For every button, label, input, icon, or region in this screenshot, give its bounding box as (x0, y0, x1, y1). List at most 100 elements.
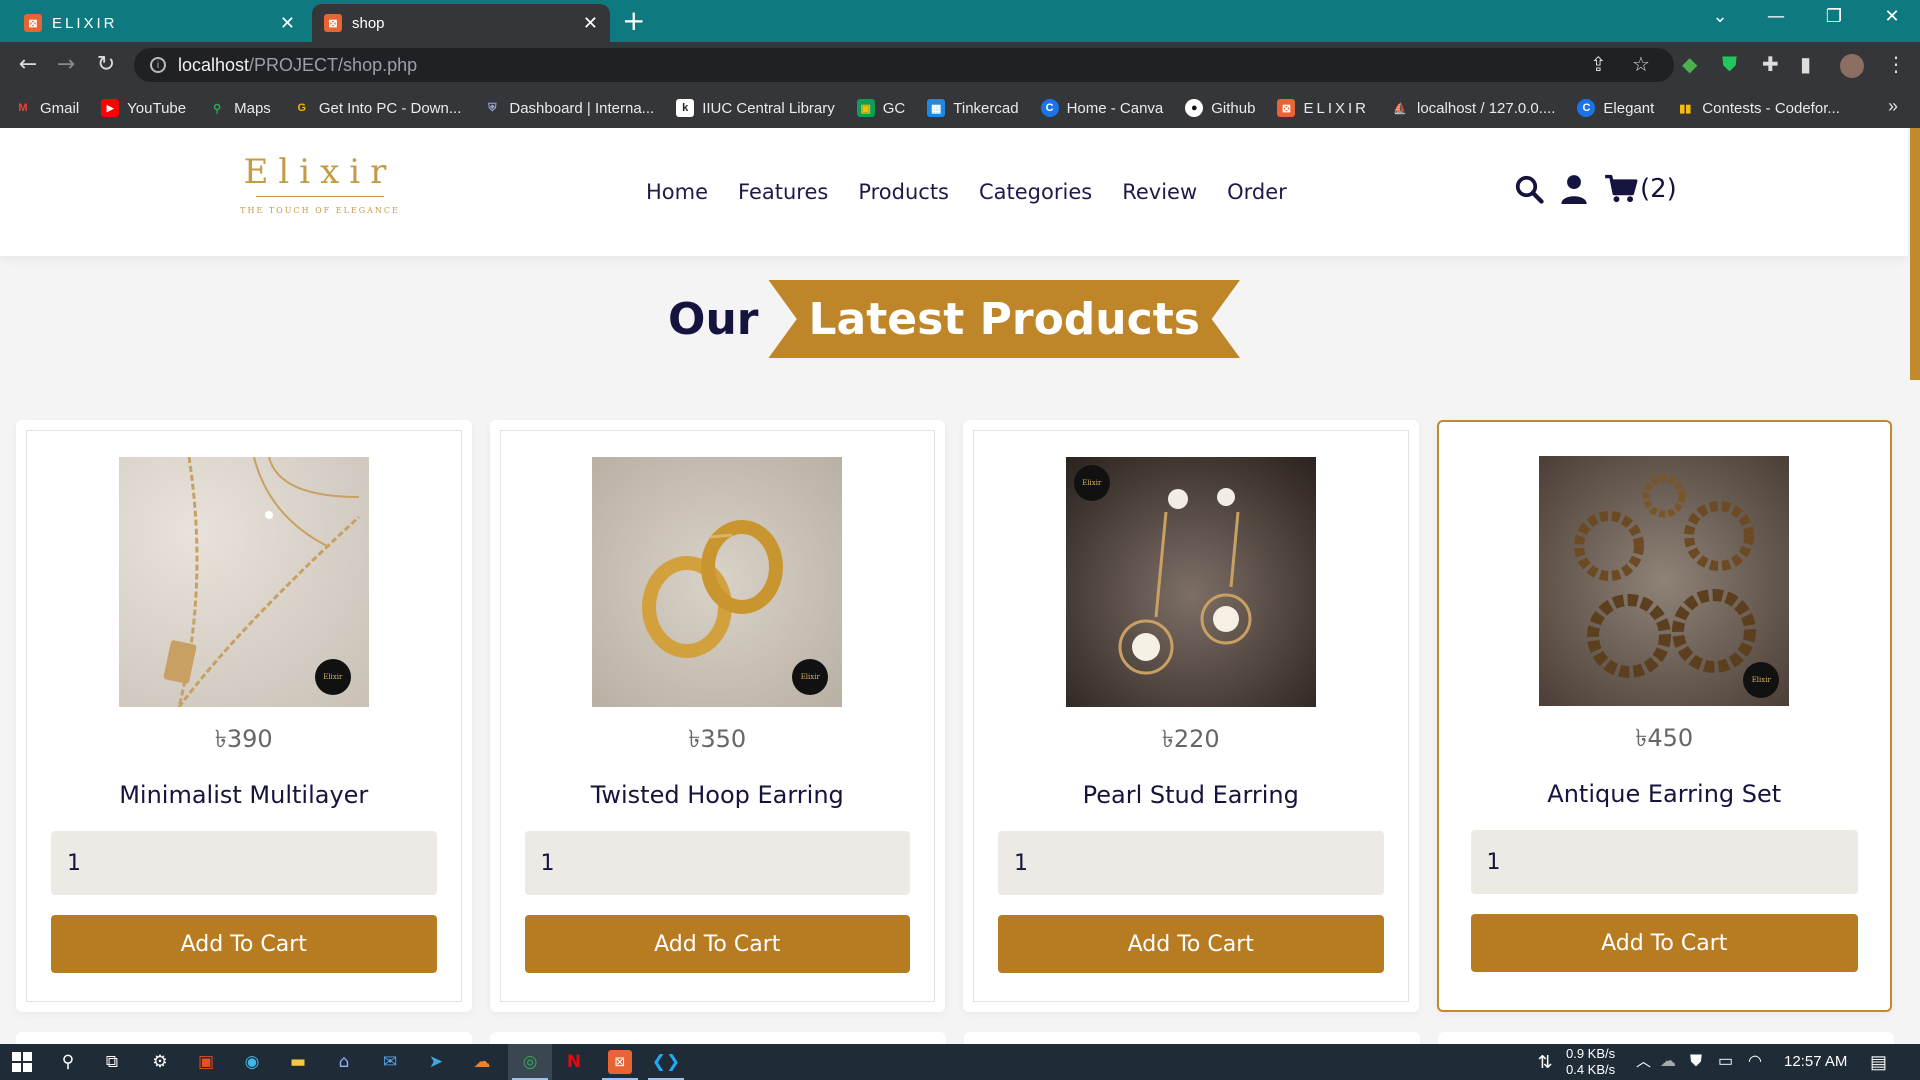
tab-elixir[interactable]: ⊠ ELIXIR ✕ (12, 4, 307, 42)
wifi-icon[interactable]: ◠ (1748, 1044, 1762, 1080)
nav-home[interactable]: Home (646, 180, 708, 204)
close-tab-icon[interactable]: ✕ (583, 14, 598, 32)
close-tab-icon[interactable]: ✕ (280, 14, 295, 32)
address-bar-row: ← → ↻ i localhost/PROJECT/shop.php ⇪ ☆ ◆… (0, 42, 1920, 88)
chevron-up-icon[interactable]: ︿ (1636, 1044, 1651, 1080)
task-view-icon[interactable]: ⧉ (100, 1050, 124, 1074)
page-scrollbar[interactable] (1910, 128, 1920, 1044)
bookmark-github[interactable]: ● Github (1185, 99, 1255, 117)
shield-extension-icon[interactable]: ⛊ (1722, 52, 1737, 76)
vscode-icon[interactable]: ❮❯ (652, 1050, 681, 1074)
product-card: Elixir ৳450 Antique Earring Set 1 Add To… (1436, 420, 1892, 1012)
tab-title: shop (352, 14, 385, 32)
heading-our: Our (668, 293, 759, 345)
product-price: ৳450 (1635, 724, 1694, 752)
tab-shop[interactable]: ⊠ shop ✕ (312, 4, 610, 42)
add-to-cart-button[interactable]: Add To Cart (998, 915, 1384, 973)
defender-icon[interactable]: ⛊ (1690, 1044, 1702, 1080)
extensions-puzzle-icon[interactable]: ✚ (1762, 52, 1779, 76)
file-explorer-icon[interactable]: ▬ (286, 1050, 310, 1074)
forward-button[interactable]: → (50, 51, 82, 79)
extension-icon[interactable]: ◆ (1682, 52, 1697, 76)
bookmark-elegant[interactable]: C Elegant (1577, 99, 1654, 117)
nav-categories[interactable]: Categories (979, 180, 1092, 204)
store-icon[interactable]: ⌂ (332, 1050, 356, 1074)
quantity-input[interactable]: 1 (51, 831, 437, 895)
nav-features[interactable]: Features (738, 180, 828, 204)
bookmark-elixir[interactable]: ⊠ ELIXIR (1277, 99, 1369, 117)
url-field[interactable]: i localhost/PROJECT/shop.php (134, 48, 1674, 82)
bookmark-localhost[interactable]: ⛵ localhost / 127.0.0.... (1391, 99, 1555, 117)
bookmark-codeforces[interactable]: ▮▮ Contests - Codefor... (1676, 99, 1840, 117)
gold-hoop-earring-photo: Elixir (592, 457, 843, 707)
restore-button[interactable]: ❐ (1814, 6, 1854, 27)
xampp-icon: ⊠ (324, 14, 342, 32)
share-icon[interactable]: ⇪ (1590, 52, 1607, 76)
reload-button[interactable]: ↻ (90, 51, 122, 79)
quantity-input[interactable]: 1 (998, 831, 1384, 895)
url-path: /PROJECT/shop.php (249, 54, 418, 75)
edge-icon[interactable]: ◉ (240, 1050, 264, 1074)
search-icon[interactable]: ⚲ (56, 1050, 80, 1074)
product-card: Elixir ৳220 Pearl Stud Earring 1 Add To … (963, 420, 1419, 1012)
elegant-icon: C (1577, 99, 1596, 117)
add-to-cart-button[interactable]: Add To Cart (524, 915, 910, 973)
menu-kebab-icon[interactable]: ⋮ (1886, 52, 1906, 76)
bookmark-label: Home - Canva (1066, 99, 1164, 117)
bookmark-canva[interactable]: C Home - Canva (1040, 99, 1164, 117)
heading-ribbon: Latest Products (768, 280, 1240, 358)
windows-start-icon[interactable] (10, 1050, 34, 1074)
shop-page: Elixir THE TOUCH OF ELEGANCE Home Featur… (0, 128, 1920, 1044)
add-to-cart-button[interactable]: Add To Cart (51, 915, 437, 973)
quantity-input[interactable]: 1 (524, 831, 910, 895)
bookmark-getintopc[interactable]: G Get Into PC - Down... (293, 99, 462, 117)
onedrive-icon[interactable]: ☁ (1660, 1044, 1676, 1080)
side-panel-icon[interactable]: ▮ (1800, 52, 1811, 76)
bookmark-dashboard[interactable]: ⛨ Dashboard | Interna... (483, 99, 654, 117)
new-tab-button[interactable]: + (622, 6, 645, 36)
nav-products[interactable]: Products (858, 180, 949, 204)
settings-gear-icon[interactable]: ⚙ (148, 1050, 172, 1074)
tab-search-icon[interactable]: ⌄ (1700, 6, 1740, 27)
bookmark-youtube[interactable]: ▶ YouTube (101, 99, 186, 117)
mail-icon[interactable]: ✉ (378, 1050, 402, 1074)
pearl-earring-photo: Elixir (1065, 457, 1316, 707)
nav-order[interactable]: Order (1227, 180, 1287, 204)
office-icon[interactable]: ▣ (194, 1050, 218, 1074)
close-window-button[interactable]: ✕ (1872, 6, 1912, 27)
next-row-card (490, 1032, 946, 1044)
maps-icon: ⚲ (213, 102, 222, 115)
scroll-thumb[interactable] (1910, 128, 1920, 380)
bookmark-label: Elegant (1603, 99, 1655, 117)
bookmark-gc[interactable]: ▣ GC (856, 99, 905, 117)
nav-review[interactable]: Review (1122, 180, 1197, 204)
clock[interactable]: 12:57 AM (1784, 1044, 1847, 1080)
bookmark-star-icon[interactable]: ☆ (1632, 52, 1650, 76)
network-speed-meter: 0.9 KB/s 0.4 KB/s (1566, 1044, 1636, 1080)
bookmark-tinkercad[interactable]: ▦ Tinkercad (927, 99, 1019, 117)
logo-ornament (238, 192, 402, 202)
chrome-icon[interactable]: ◎ (518, 1050, 542, 1074)
bookmark-gmail[interactable]: M Gmail (14, 99, 79, 117)
site-info-icon[interactable]: i (150, 57, 166, 73)
user-icon[interactable] (1560, 174, 1588, 204)
battery-icon[interactable]: ▭ (1718, 1044, 1733, 1080)
more-bookmarks-icon[interactable]: » (1888, 96, 1898, 117)
cart-button[interactable]: (2) (1604, 174, 1677, 204)
next-row-card (964, 1032, 1420, 1044)
back-button[interactable]: ← (12, 51, 44, 79)
elixir-logo[interactable]: Elixir THE TOUCH OF ELEGANCE (238, 152, 402, 222)
notifications-icon[interactable]: ▤ (1870, 1044, 1887, 1080)
telegram-icon[interactable]: ➤ (424, 1050, 448, 1074)
quantity-input[interactable]: 1 (1470, 830, 1858, 894)
add-to-cart-button[interactable]: Add To Cart (1470, 914, 1858, 972)
profile-avatar[interactable] (1840, 54, 1864, 78)
main-nav: Home Features Products Categories Review… (646, 180, 1287, 204)
cloud-app-icon[interactable]: ☁ (470, 1050, 494, 1074)
netflix-icon[interactable]: N (562, 1050, 586, 1074)
xampp-icon[interactable]: ⊠ (608, 1050, 632, 1074)
bookmark-library[interactable]: k IIUC Central Library (676, 99, 835, 117)
search-icon[interactable] (1514, 174, 1544, 204)
bookmark-maps[interactable]: ⚲ Maps (208, 99, 271, 117)
minimize-button[interactable]: — (1756, 6, 1796, 27)
